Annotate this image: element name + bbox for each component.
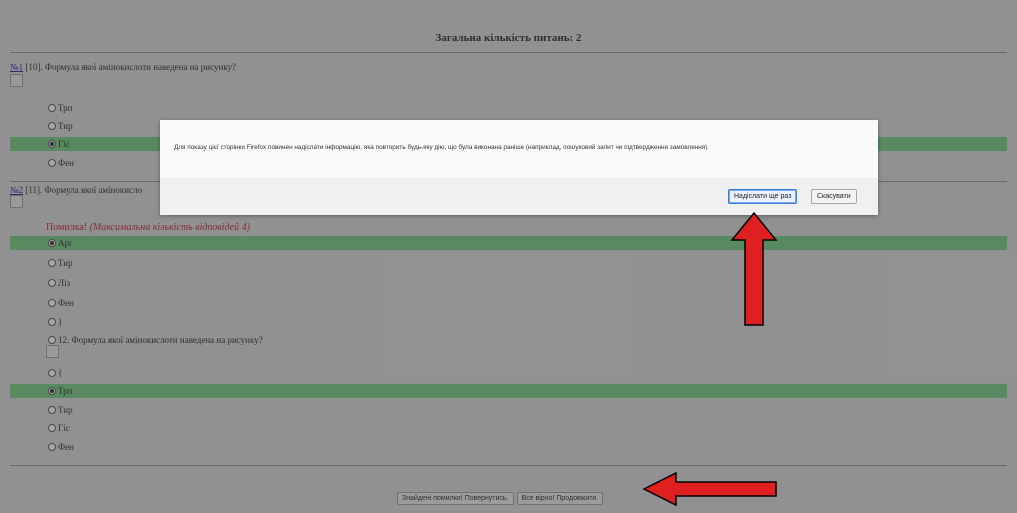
dialog-body: Для показу цієї сторінки Firefox повинен… [160,120,878,178]
dialog-message: Для показу цієї сторінки Firefox повинен… [174,144,710,151]
resend-dialog: Для показу цієї сторінки Firefox повинен… [160,120,878,215]
resend-button[interactable]: Надіслати ще раз [728,189,798,204]
modal-overlay [0,0,1017,513]
cancel-button[interactable]: Скасувати [811,189,857,204]
